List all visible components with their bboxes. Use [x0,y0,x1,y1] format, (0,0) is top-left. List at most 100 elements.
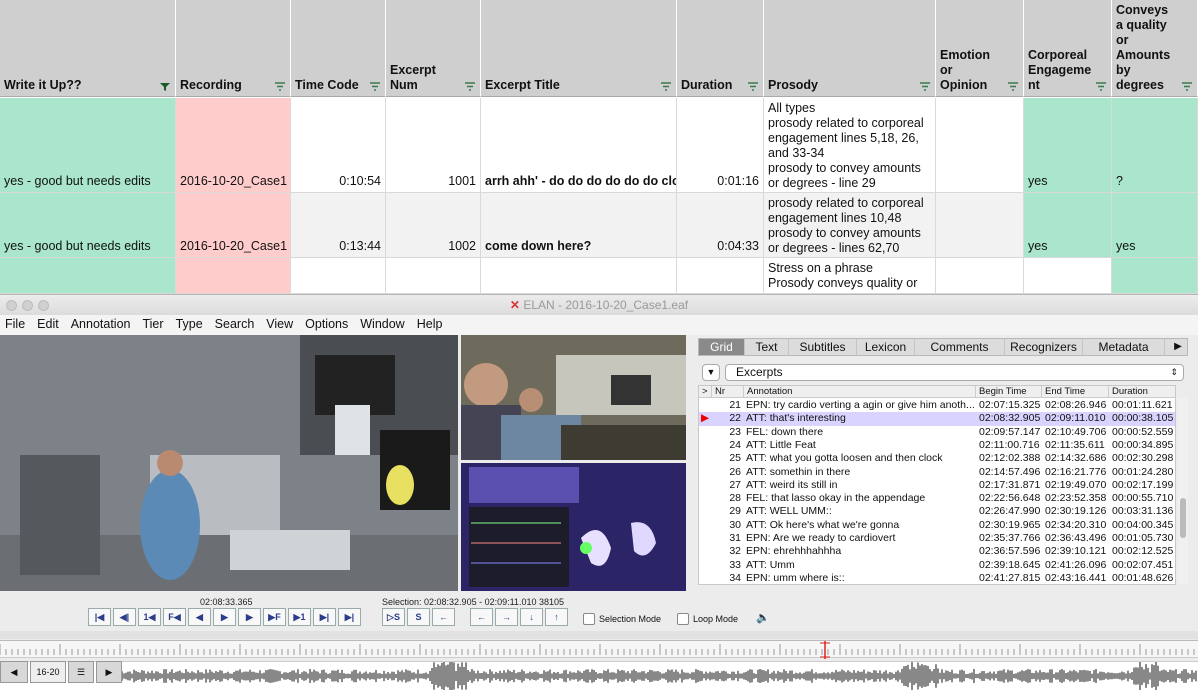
arrow-button-3[interactable]: ↑ [545,608,568,626]
selection-button-1[interactable]: S [407,608,430,626]
tab-comments[interactable]: Comments [915,339,1005,355]
menu-window[interactable]: Window [355,315,411,335]
zoom-button[interactable] [38,300,49,311]
grid-header[interactable]: Begin Time [976,386,1042,398]
menu-annotation[interactable]: Annotation [66,315,138,335]
volume-icon[interactable]: 🔈 [756,611,770,624]
column-header[interactable]: Prosody [764,0,936,97]
cell-prosody[interactable]: All types prosody related to corporeal e… [764,98,936,193]
minimize-button[interactable] [22,300,33,311]
menu-search[interactable]: Search [210,315,262,335]
back-icon[interactable]: ◀ [0,661,28,683]
cell-corporeal[interactable]: yes [1024,98,1112,193]
filter-icon[interactable] [274,82,286,91]
grid-header[interactable]: Duration [1109,386,1175,398]
cell-recording[interactable] [176,258,291,294]
grid-header[interactable]: Annotation [744,386,976,398]
filter-active-icon[interactable] [159,82,171,91]
timeline-ruler[interactable] [0,640,1198,659]
cell-duration[interactable] [677,258,764,294]
cell-write[interactable]: yes - good but needs edits [0,98,176,193]
splitter[interactable] [0,631,1198,639]
tab-scroll-right-icon[interactable]: ▶ [1170,339,1186,355]
tab-metadata[interactable]: Metadata [1083,339,1165,355]
cell-timecode[interactable] [291,258,386,294]
arrow-button-0[interactable]: ← [470,608,493,626]
column-header[interactable]: Emotion or Opinion [936,0,1024,97]
cell-conveys[interactable] [1112,258,1198,294]
filter-icon[interactable] [1095,82,1107,91]
close-button[interactable] [6,300,17,311]
cell-emotion[interactable] [936,98,1024,193]
annotation-row[interactable]: 34 EPN: umm where is:: 02:41:27.815 02:43:1… [699,572,1175,584]
media-button-10[interactable]: ▶| [338,608,361,626]
annotation-row[interactable]: 21 EPN: try cardio verting a agin or give… [699,399,1175,412]
annotation-row[interactable]: 24 ATT: Little Feat 02:11:00.716 02:11:35.6… [699,439,1175,452]
annotation-row[interactable]: 32 EPN: ehrehhhahhha 02:36:57.596 02:39:10.… [699,545,1175,558]
cell-recording[interactable]: 2016-10-20_Case1 [176,98,291,193]
cell-num[interactable]: 1002 [386,193,481,258]
filter-icon[interactable] [919,82,931,91]
media-button-3[interactable]: F◀ [163,608,186,626]
media-button-4[interactable]: ◀ [188,608,211,626]
media-button-2[interactable]: 1◀ [138,608,161,626]
arrow-button-2[interactable]: ↓ [520,608,543,626]
annotation-row[interactable]: 28 FEL: that lasso okay in the appendage 0… [699,492,1175,505]
media-button-9[interactable]: ▶| [313,608,336,626]
waveform[interactable] [0,660,1198,692]
cell-conveys[interactable]: yes [1112,193,1198,258]
cell-duration[interactable]: 0:04:33 [677,193,764,258]
column-header[interactable]: Write it Up?? [0,0,176,97]
cell-prosody[interactable]: prosody related to corporeal engagement … [764,193,936,258]
column-header[interactable]: Recording [176,0,291,97]
media-button-0[interactable]: |◀ [88,608,111,626]
cell-write[interactable]: yes - good but needs edits [0,193,176,258]
cell-emotion[interactable] [936,193,1024,258]
annotation-row[interactable]: ▶ 22 ATT: that's interesting 02:08:32.905 02… [699,412,1175,426]
filter-icon[interactable] [660,82,672,91]
selection-button-2[interactable]: ← [432,608,455,626]
annotation-row[interactable]: 23 FEL: down there 02:09:57.147 02:10:49.70… [699,426,1175,439]
tier-menu-button[interactable]: ▼ [702,364,720,381]
forward-icon[interactable]: ▶ [96,661,122,683]
menu-options[interactable]: Options [300,315,355,335]
menu-help[interactable]: Help [412,315,450,335]
cell-corporeal[interactable] [1024,258,1112,294]
filter-icon[interactable] [747,82,759,91]
cell-emotion[interactable] [936,258,1024,294]
grid-scrollbar[interactable] [1178,398,1188,584]
cell-corporeal[interactable]: yes [1024,193,1112,258]
cell-num[interactable]: 1001 [386,98,481,193]
menu-tier[interactable]: Tier [137,315,170,335]
media-button-6[interactable]: ▶ [238,608,261,626]
cell-timecode[interactable]: 0:13:44 [291,193,386,258]
media-button-5[interactable]: ▶ [213,608,236,626]
menu-file[interactable]: File [0,315,32,335]
cell-title[interactable] [481,258,677,294]
filter-icon[interactable] [1007,82,1019,91]
grid-header[interactable]: Nr [712,386,744,398]
column-header[interactable]: Corporeal Engageme nt [1024,0,1112,97]
cell-duration[interactable]: 0:01:16 [677,98,764,193]
filter-icon[interactable] [369,82,381,91]
column-header[interactable]: Time Code [291,0,386,97]
grid-scroll-thumb[interactable] [1180,498,1186,538]
annotation-row[interactable]: 26 ATT: somethin in there 02:14:57.496 02:1… [699,466,1175,479]
selection-mode-checkbox[interactable]: Selection Mode [583,613,661,625]
menu-type[interactable]: Type [171,315,210,335]
annotation-row[interactable]: 27 ATT: weird its still in 02:17:31.871 02:… [699,479,1175,492]
tab-lexicon[interactable]: Lexicon [857,339,915,355]
selection-mode-box[interactable] [583,613,595,625]
tier-select[interactable]: Excerpts ⇕ [725,364,1184,381]
tab-grid[interactable]: Grid [699,339,745,355]
media-button-8[interactable]: ▶1 [288,608,311,626]
menu-view[interactable]: View [261,315,300,335]
cell-num[interactable] [386,258,481,294]
annotation-row[interactable]: 25 ATT: what you gotta loosen and then cl… [699,452,1175,465]
loop-mode-box[interactable] [677,613,689,625]
selection-button-0[interactable]: ▷S [382,608,405,626]
annotation-row[interactable]: 31 EPN: Are we ready to cardiovert 02:35:3… [699,532,1175,545]
cell-conveys[interactable]: ? [1112,98,1198,193]
column-header[interactable]: Excerpt Title [481,0,677,97]
grid-header[interactable]: > [699,386,712,398]
